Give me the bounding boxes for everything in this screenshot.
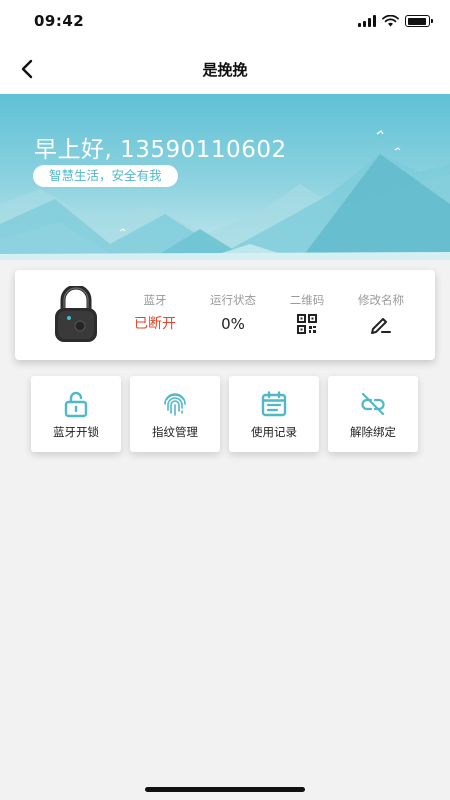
calendar-icon <box>261 391 287 417</box>
run-status-label: 运行状态 <box>210 293 256 307</box>
home-indicator[interactable] <box>145 787 305 792</box>
status-icons <box>358 14 433 28</box>
device-card: 蓝牙 已断开 运行状态 0% 二维码 修改名称 <box>15 270 435 360</box>
greeting-banner: 早上好, 13590110602 智慧生活，安全有我 <box>0 94 450 260</box>
page-title: 是挽挽 <box>202 61 248 79</box>
run-status: 运行状态 0% <box>198 292 268 334</box>
qrcode-label: 二维码 <box>289 293 325 307</box>
fingerprint-icon <box>164 393 186 416</box>
run-status-value: 0% <box>221 315 245 333</box>
usage-records-button[interactable]: 使用记录 <box>229 376 319 452</box>
status-time: 09:42 <box>34 12 85 30</box>
signal-icon <box>358 15 376 27</box>
unbind-label: 解除绑定 <box>350 425 396 439</box>
fingerprint-manage-button[interactable]: 指纹管理 <box>130 376 220 452</box>
unlink-icon <box>361 392 385 416</box>
slogan-badge: 智慧生活，安全有我 <box>33 165 178 187</box>
unbind-button[interactable]: 解除绑定 <box>328 376 418 452</box>
qrcode-icon[interactable] <box>297 314 317 334</box>
unlock-icon <box>64 391 88 418</box>
qrcode-item[interactable]: 二维码 <box>272 292 342 334</box>
edit-pen-icon[interactable] <box>370 314 392 334</box>
bluetooth-unlock-button[interactable]: 蓝牙开锁 <box>31 376 121 452</box>
action-grid: 蓝牙开锁 指纹管理 使用记录 解除绑定 <box>31 376 421 452</box>
greeting-text: 早上好, 13590110602 <box>34 137 287 163</box>
rename-icon-wrap <box>346 314 416 334</box>
bluetooth-unlock-label: 蓝牙开锁 <box>53 425 99 439</box>
battery-icon <box>405 15 433 27</box>
battery-level <box>407 17 426 25</box>
nav-bar: 是挽挽 <box>0 44 450 94</box>
padlock-icon <box>55 286 97 342</box>
rename-label: 修改名称 <box>358 293 404 307</box>
usage-records-label: 使用记录 <box>251 425 297 439</box>
bluetooth-label: 蓝牙 <box>143 293 167 307</box>
wifi-icon <box>382 15 399 27</box>
fingerprint-manage-label: 指纹管理 <box>152 425 198 439</box>
bluetooth-status: 蓝牙 已断开 <box>120 292 190 334</box>
rename-item[interactable]: 修改名称 <box>346 292 416 334</box>
status-bar: 09:42 <box>0 0 450 44</box>
bluetooth-status-value: 已断开 <box>134 316 176 332</box>
qrcode-icon-wrap <box>272 314 342 334</box>
